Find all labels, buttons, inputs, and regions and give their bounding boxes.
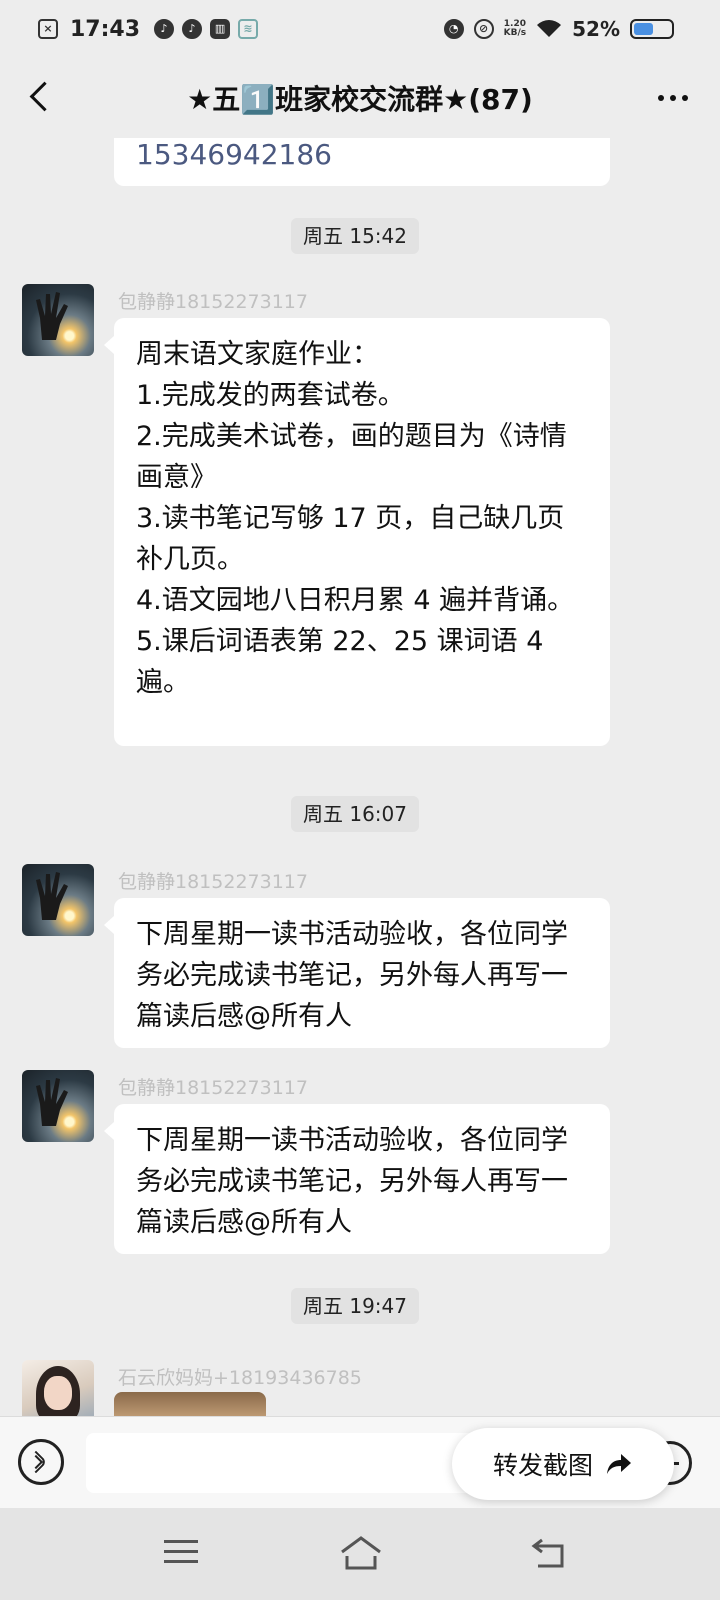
silent-bell-icon: ⊘ [473,19,494,39]
chevron-left-icon[interactable] [22,76,62,120]
status-time: 17:43 [70,16,141,42]
home-icon[interactable] [338,1534,384,1572]
more-dots-icon[interactable] [648,86,698,110]
forward-screenshot-button[interactable]: 转发截图 [452,1428,674,1500]
book-app-icon: ▥ [210,19,231,39]
network-speed: 1.20 KB/s [504,20,526,38]
wifi-icon [537,20,562,37]
message-bubble[interactable]: 下周星期一读书活动验收，各位同学务必完成读书笔记，另外每人再写一篇读后感@所有人 [114,898,610,1048]
battery-fill [634,23,653,35]
battery-percent: 52% [572,17,620,41]
message-bubble-partial[interactable]: 15346942186 [114,138,610,186]
sender-avatar[interactable] [22,1070,94,1142]
forward-screenshot-label: 转发截图 [492,1451,593,1480]
alarm-icon: ◔ [443,19,464,39]
message-bubble[interactable]: 下周星期一读书活动验收，各位同学务必完成读书笔记，另外每人再写一篇读后感@所有人 [114,1104,610,1254]
timestamp: 周五 16:07 [291,796,419,832]
sender-avatar[interactable] [22,1360,94,1416]
sender-name: 石云欣妈妈+18193436785 [118,1367,362,1389]
tiktok-icon-2: ♪ [182,19,203,39]
sender-avatar[interactable] [22,284,94,356]
voice-icon[interactable] [18,1439,64,1485]
tiktok-icon: ♪ [154,19,175,39]
bubble-tail [104,1122,114,1140]
sender-avatar[interactable] [22,864,94,936]
app-notification-icon: ≋ [238,19,259,39]
recent-apps-icon[interactable] [164,1538,198,1566]
screenshot-notification-icon: × [38,19,58,39]
back-nav-icon[interactable] [530,1534,570,1572]
hand-silhouette-icon [36,872,68,920]
share-arrow-icon [607,1454,631,1474]
sender-name: 包静静18152273117 [118,291,308,313]
image-message-thumbnail[interactable] [114,1392,266,1416]
message-list[interactable]: 15346942186 周五 15:42 包静静18152273117 周末语文… [0,138,720,1416]
status-bar: × 17:43 ♪ ♪ ▥ ≋ ◔ ⊘ 1.20 KB/s 52% [0,0,720,58]
sender-name: 包静静18152273117 [118,1077,308,1099]
timestamp: 周五 19:47 [291,1288,419,1324]
bubble-tail [104,916,114,934]
sender-name: 包静静18152273117 [118,871,308,893]
status-left: × 17:43 ♪ ♪ ▥ ≋ [38,14,259,44]
hand-silhouette-icon [36,292,68,340]
bubble-tail [104,336,114,354]
battery-icon [630,19,674,39]
system-nav-bar [0,1508,720,1600]
timestamp: 周五 15:42 [291,218,419,254]
chat-title: ★五1️⃣班家校交流群★(87) [187,83,533,116]
message-bubble[interactable]: 周末语文家庭作业： 1.完成发的两套试卷。 2.完成美术试卷，画的题目为《诗情画… [114,318,610,746]
status-right: ◔ ⊘ 1.20 KB/s 52% [443,14,674,44]
hand-silhouette-icon [36,1078,68,1126]
chat-header: ★五1️⃣班家校交流群★(87) [0,58,720,138]
network-speed-unit: KB/s [503,28,527,38]
